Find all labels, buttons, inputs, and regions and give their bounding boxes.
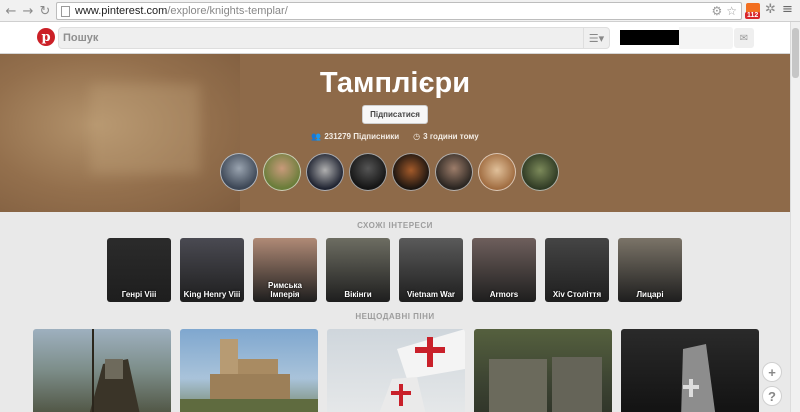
avatar[interactable] — [263, 153, 301, 191]
interest-tile-label: Лицарі — [636, 290, 664, 299]
extension-badge: 112 — [745, 12, 761, 19]
site-header: p ☰▾ ✉ — [0, 22, 790, 54]
related-interests-heading: СХОЖІ ІНТЕРЕСИ — [357, 221, 433, 230]
bookmark-star-icon[interactable]: ☆ — [726, 4, 737, 18]
pin-image — [379, 329, 465, 412]
interest-tile[interactable]: Лицарі — [618, 238, 682, 302]
avatar[interactable] — [306, 153, 344, 191]
extension-gear-icon[interactable]: ✲ — [765, 2, 776, 17]
pin-card[interactable] — [621, 329, 759, 412]
interest-tile-label: Armors — [489, 290, 519, 299]
avatar[interactable] — [478, 153, 516, 191]
scrollbar-thumb[interactable] — [792, 28, 799, 78]
interest-tile[interactable]: King Henry Viii — [180, 238, 244, 302]
pin-card[interactable] — [33, 329, 171, 412]
pin-image — [681, 344, 716, 412]
interest-tile-label: Xiv Століття — [552, 290, 602, 299]
page-scrollbar[interactable] — [790, 22, 800, 412]
people-icon: 👥 — [311, 132, 322, 141]
page-title: Тамплієри — [319, 67, 471, 99]
reload-icon[interactable]: ↻ — [36, 2, 54, 20]
pin-image — [89, 329, 140, 412]
pin-image — [489, 357, 602, 412]
pin-card[interactable] — [474, 329, 612, 412]
interest-tile-label: Vietnam War — [406, 290, 455, 299]
avatar[interactable] — [349, 153, 387, 191]
clock-icon: ◷ — [413, 132, 421, 141]
forward-icon[interactable]: → — [19, 2, 37, 20]
pin-image — [180, 339, 318, 412]
followers-stat[interactable]: 👥 231279 Підписники — [311, 132, 399, 141]
pin-card[interactable] — [327, 329, 465, 412]
interest-tile-label: Римська Імперія — [268, 281, 302, 299]
pin-card[interactable] — [180, 329, 318, 412]
page-icon — [61, 5, 70, 17]
interest-tile[interactable]: Vietnam War — [399, 238, 463, 302]
interest-hero: Тамплієри Підписатися 👥 231279 Підписник… — [0, 54, 790, 212]
interest-tile[interactable]: Xiv Століття — [545, 238, 609, 302]
browser-toolbar: ← → ↻ www.pinterest.com/explore/knights-… — [0, 0, 800, 22]
related-interests: Генрі Viii King Henry Viii Римська Імперія… — [107, 238, 682, 302]
search-input[interactable] — [59, 28, 579, 48]
interest-tile[interactable]: Римська Імперія — [253, 238, 317, 302]
follow-button[interactable]: Підписатися — [362, 105, 428, 124]
url-path: /explore/knights-templar/ — [167, 5, 288, 17]
recent-pins — [33, 329, 759, 412]
interest-tile-label: King Henry Viii — [183, 290, 241, 299]
search-menu-icon[interactable]: ☰▾ — [583, 28, 609, 48]
pinterest-logo-icon[interactable]: p — [37, 28, 55, 46]
url-host: www.pinterest.com — [75, 5, 168, 17]
back-icon[interactable]: ← — [2, 2, 20, 20]
hero-stats: 👥 231279 Підписники ◷ 3 години тому — [0, 132, 790, 141]
avatar[interactable] — [435, 153, 473, 191]
site-settings-icon[interactable]: ⚙ — [711, 4, 722, 18]
browser-menu-icon[interactable]: ≡ — [782, 2, 793, 17]
interest-tile[interactable]: Armors — [472, 238, 536, 302]
recent-pins-heading: НЕЩОДАВНІ ПІНИ — [355, 312, 435, 321]
add-pin-button[interactable]: + — [762, 362, 782, 382]
interest-tile-label: Генрі Viii — [121, 290, 157, 299]
avatar[interactable] — [521, 153, 559, 191]
avatar[interactable] — [220, 153, 258, 191]
updated-time: 3 години тому — [423, 132, 479, 141]
messages-icon[interactable]: ✉ — [734, 28, 754, 48]
redacted-profile — [620, 30, 679, 45]
updated-stat: ◷ 3 години тому — [413, 132, 479, 141]
help-button[interactable]: ? — [762, 386, 782, 406]
address-bar[interactable]: www.pinterest.com/explore/knights-templa… — [56, 2, 742, 20]
interest-tile[interactable]: Генрі Viii — [107, 238, 171, 302]
followers-count: 231279 Підписники — [324, 132, 400, 141]
search-box: ☰▾ — [58, 27, 610, 49]
interest-tile-label: Вікінги — [344, 290, 372, 299]
interest-tile[interactable]: Вікінги — [326, 238, 390, 302]
profile-area[interactable] — [679, 27, 733, 49]
avatar[interactable] — [392, 153, 430, 191]
follower-avatars — [220, 153, 559, 191]
